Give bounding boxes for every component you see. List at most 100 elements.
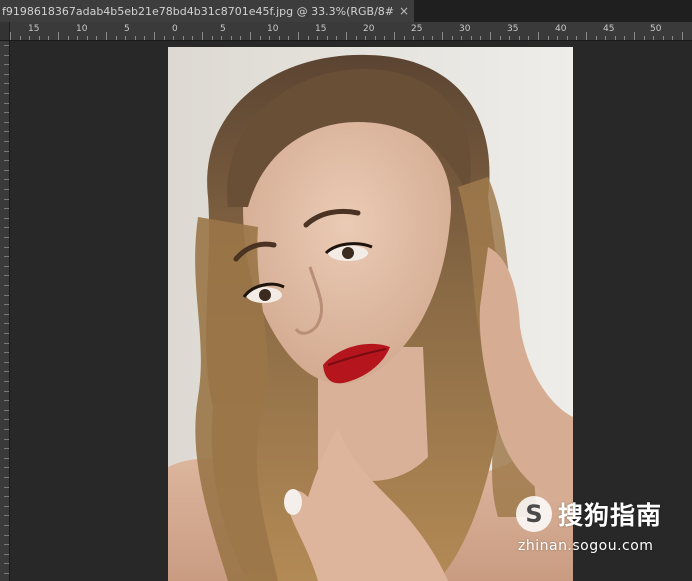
ruler-label: 45: [603, 24, 615, 34]
ruler-label: 30: [459, 24, 471, 34]
ruler-tick: [4, 361, 9, 363]
ruler-tick: [4, 294, 9, 296]
ruler-tick: [4, 342, 9, 344]
ruler-tick: [480, 36, 482, 40]
vertical-ruler[interactable]: [0, 41, 10, 581]
ruler-tick: [4, 505, 9, 507]
ruler-tick: [4, 275, 9, 277]
ruler-tick: [4, 525, 9, 526]
ruler-tick: [4, 352, 9, 354]
ruler-tick: [490, 32, 491, 40]
ruler-tick: [4, 141, 9, 142]
ruler-tick: [624, 36, 626, 40]
close-icon[interactable]: ×: [396, 3, 412, 19]
ruler-tick: [4, 371, 9, 373]
ruler-tick: [326, 36, 328, 40]
ruler-tick: [182, 36, 184, 40]
ruler-tick: [211, 36, 213, 40]
ruler-tick: [4, 409, 9, 411]
ruler-tick: [19, 36, 21, 40]
ruler-tick: [4, 73, 9, 75]
ruler-tick: [4, 496, 9, 498]
ruler-tick: [451, 36, 453, 40]
ruler-tick: [86, 36, 88, 40]
document-tab-title: f9198618367adab4b5eb21e78bd4b31c8701e45f…: [2, 4, 394, 18]
ruler-tick: [394, 32, 395, 40]
ruler-tick: [240, 36, 242, 40]
ruler-tick: [288, 36, 290, 40]
ruler-tick: [413, 36, 415, 40]
ruler-tick: [4, 102, 9, 104]
ruler-label: 5: [124, 24, 130, 34]
document-tab-bar: f9198618367adab4b5eb21e78bd4b31c8701e45f…: [0, 0, 692, 23]
ruler-tick: [672, 36, 674, 40]
ruler-tick: [221, 36, 223, 40]
ruler-tick: [38, 36, 40, 40]
ruler-tick: [317, 36, 319, 40]
ruler-tick: [586, 32, 587, 40]
ruler-tick: [4, 64, 9, 66]
ruler-label: 0: [172, 24, 178, 34]
ruler-tick: [547, 36, 549, 40]
ruler-tick: [384, 36, 386, 40]
ruler-tick: [4, 477, 9, 478]
ruler-tick: [470, 36, 472, 40]
ruler-tick: [4, 83, 9, 85]
ruler-tick: [4, 438, 9, 440]
ruler-tick: [10, 32, 11, 40]
ruler-tick: [106, 32, 107, 40]
ruler-tick: [4, 93, 9, 94]
ruler-tick: [662, 36, 664, 40]
ruler-tick: [269, 36, 271, 40]
ruler-tick: [4, 179, 9, 181]
ruler-tick: [643, 36, 645, 40]
ruler-tick: [4, 429, 9, 430]
ruler-tick: [96, 36, 98, 40]
ruler-tick: [595, 36, 597, 40]
ruler-tick: [48, 36, 50, 40]
ruler-tick: [67, 36, 69, 40]
ruler-tick: [422, 36, 424, 40]
ruler-label: 15: [315, 24, 327, 34]
ruler-tick: [4, 400, 9, 402]
ruler-tick: [4, 198, 9, 200]
ruler-label: 40: [555, 24, 567, 34]
ruler-tick: [4, 112, 9, 114]
ruler-tick: [278, 36, 280, 40]
sogou-watermark: S 搜狗指南 zhinan.sogou.com: [516, 494, 686, 564]
ruler-tick: [230, 36, 232, 40]
ruler-tick: [432, 36, 434, 40]
ruler-tick: [4, 381, 9, 382]
ruler-tick: [403, 36, 405, 40]
ruler-label: 50: [650, 24, 662, 34]
ruler-origin-corner[interactable]: [0, 22, 10, 40]
ruler-tick: [509, 36, 511, 40]
ruler-tick: [4, 573, 9, 574]
ruler-tick: [442, 32, 443, 40]
ruler-tick: [605, 36, 607, 40]
ruler-tick: [259, 36, 261, 40]
ruler-tick: [518, 36, 520, 40]
ruler-label: 35: [507, 24, 519, 34]
ruler-label: 20: [363, 24, 375, 34]
ruler-tick: [461, 36, 463, 40]
document-tab[interactable]: f9198618367adab4b5eb21e78bd4b31c8701e45f…: [0, 0, 414, 22]
ruler-tick: [566, 36, 568, 40]
ruler-tick: [4, 237, 9, 238]
ruler-tick: [4, 448, 9, 450]
ruler-label: 5: [220, 24, 226, 34]
ruler-tick: [4, 208, 9, 210]
ruler-tick: [144, 36, 146, 40]
ruler-tick: [4, 553, 9, 555]
ruler-tick: [4, 246, 9, 248]
ruler-label: 10: [267, 24, 279, 34]
ruler-tick: [4, 131, 9, 133]
ruler-tick: [4, 45, 9, 46]
ruler-tick: [4, 265, 9, 267]
ruler-tick: [336, 36, 338, 40]
horizontal-ruler[interactable]: 15 10 5 0 5 10 15 20 25 30 35 40 45 50: [0, 22, 692, 41]
ruler-tick: [682, 32, 683, 40]
ruler-tick: [4, 304, 9, 306]
ruler-tick: [154, 32, 155, 40]
ruler-tick: [77, 36, 79, 40]
